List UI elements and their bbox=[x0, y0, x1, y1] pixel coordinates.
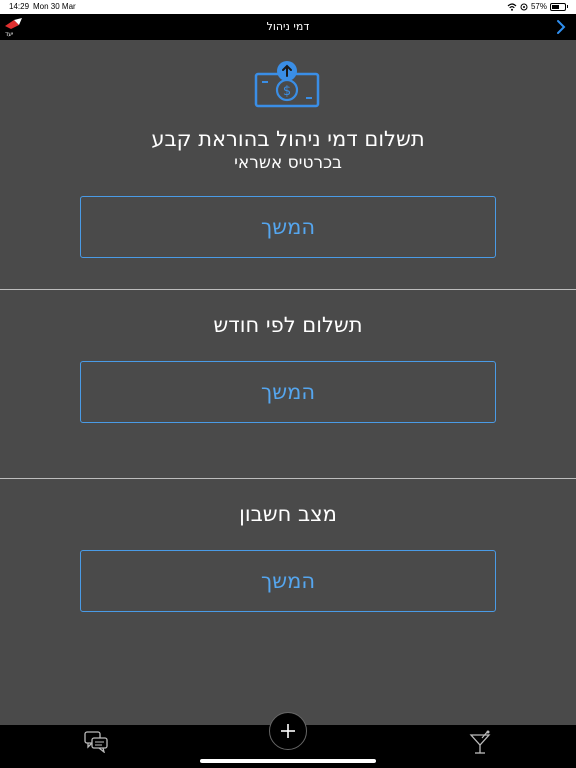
section-title-monthly-payment: תשלום לפי חודש bbox=[213, 313, 363, 337]
cocktail-icon[interactable] bbox=[468, 730, 492, 756]
nav-bar: יעד דמי ניהול bbox=[0, 14, 576, 40]
svg-text:$: $ bbox=[283, 84, 291, 99]
status-time: 14:29 bbox=[9, 2, 30, 11]
add-button[interactable] bbox=[269, 712, 307, 750]
continue-button-standing-order[interactable]: המשך bbox=[80, 196, 496, 258]
divider bbox=[0, 478, 576, 479]
battery-tip bbox=[567, 5, 568, 8]
status-indicators: 57% bbox=[507, 2, 568, 11]
plus-icon bbox=[281, 724, 295, 738]
battery-icon bbox=[550, 2, 566, 11]
continue-button-monthly-payment[interactable]: המשך bbox=[80, 361, 496, 423]
status-bar: 14:29 Mon 30 Mar 57% bbox=[0, 0, 576, 14]
chevron-right-icon[interactable] bbox=[554, 17, 568, 37]
location-icon bbox=[520, 3, 528, 10]
divider bbox=[0, 289, 576, 290]
page-title: דמי ניהול bbox=[266, 20, 310, 33]
money-upload-icon: $ bbox=[254, 61, 320, 108]
section-title-standing-order: תשלום דמי ניהול בהוראת קבע bbox=[151, 127, 425, 151]
battery-percent: 57% bbox=[530, 2, 547, 11]
wifi-icon bbox=[507, 2, 517, 11]
section-subtitle-credit-card: בכרטיס אשראי bbox=[234, 153, 342, 173]
chat-icon[interactable] bbox=[84, 731, 108, 753]
home-indicator bbox=[200, 759, 376, 763]
status-date: Mon 30 Mar bbox=[33, 2, 76, 11]
continue-button-account-status[interactable]: המשך bbox=[80, 550, 496, 612]
section-title-account-status: מצב חשבון bbox=[239, 502, 337, 526]
